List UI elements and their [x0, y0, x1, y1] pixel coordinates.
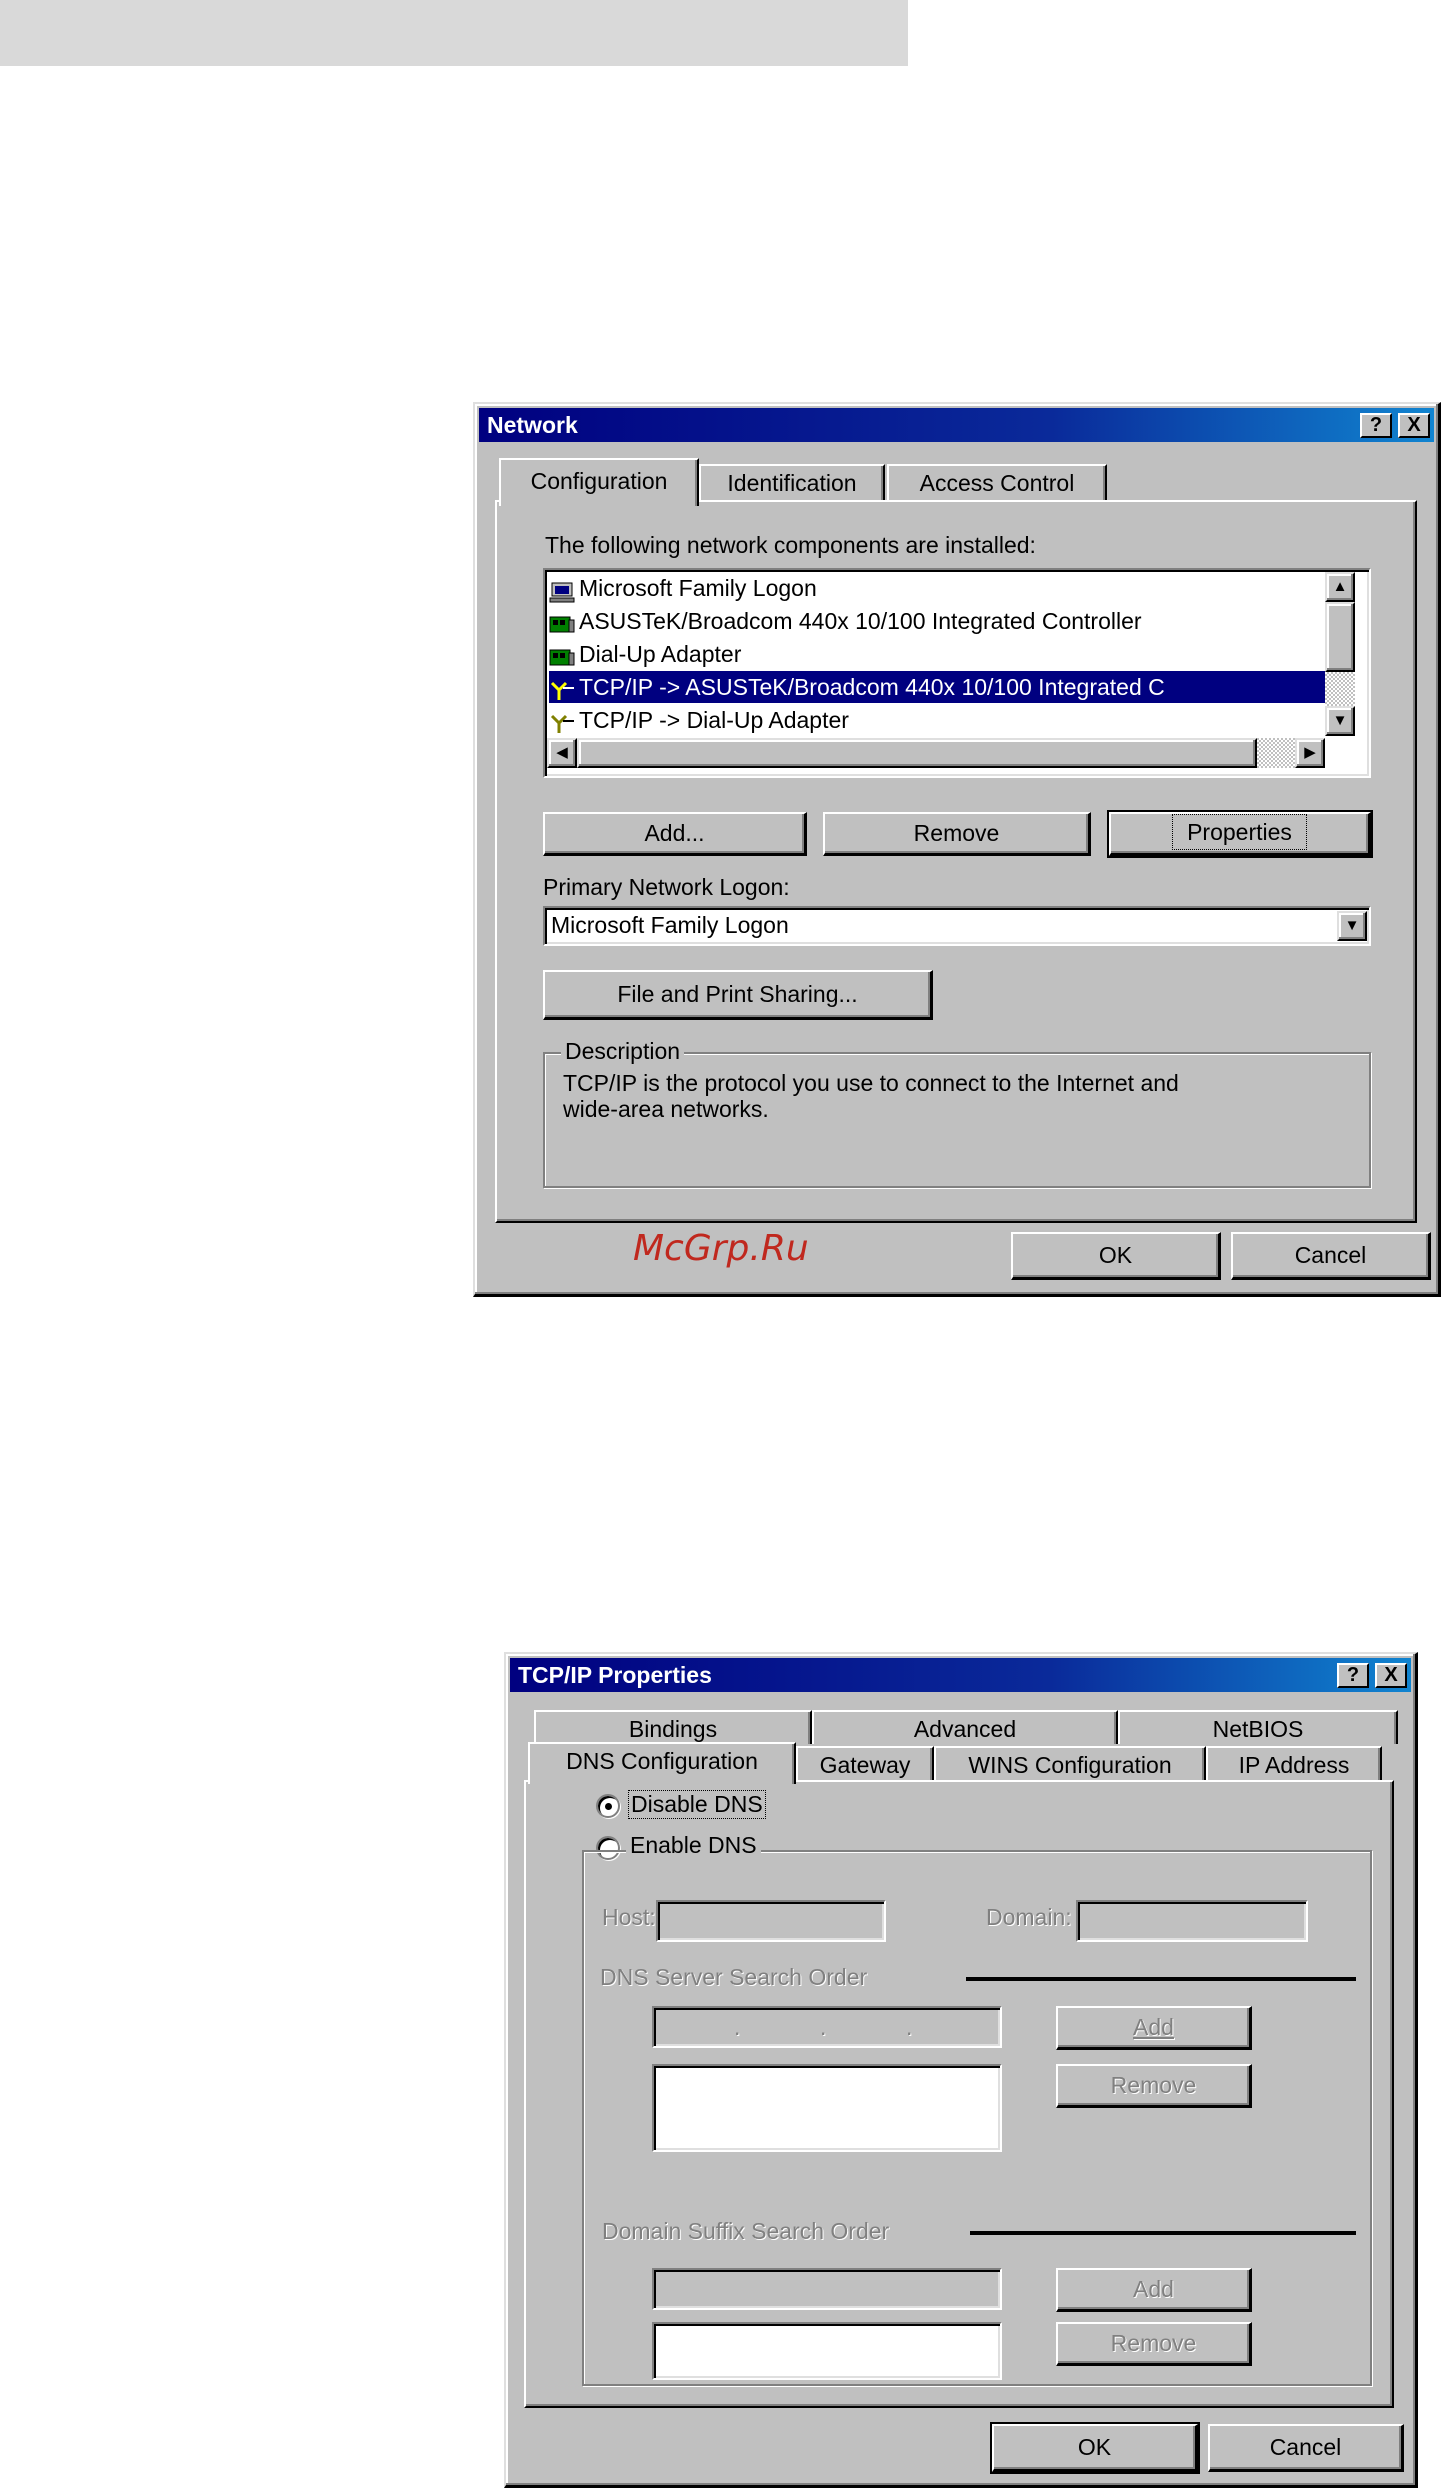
network-dialog: Network ? X Configuration Identification… [473, 402, 1441, 1297]
primary-logon-value: Microsoft Family Logon [551, 912, 789, 938]
tcpip-properties-dialog: TCP/IP Properties ? X Bindings Advanced … [504, 1652, 1418, 2488]
add-button[interactable]: Add... [543, 812, 807, 856]
domain-input[interactable] [1076, 1900, 1308, 1942]
scroll-thumb[interactable] [1325, 602, 1355, 672]
title-bar: TCP/IP Properties ? X [510, 1658, 1411, 1692]
cancel-button[interactable]: Cancel [1231, 1232, 1431, 1280]
tab-identification[interactable]: Identification [699, 464, 885, 500]
cancel-button[interactable]: Cancel [1208, 2424, 1404, 2472]
configuration-panel: The following network components are ins… [495, 500, 1417, 1223]
suffix-add-button[interactable]: Add [1056, 2268, 1252, 2312]
page-header-bar [0, 0, 908, 66]
dns-remove-button[interactable]: Remove [1056, 2064, 1252, 2108]
disable-dns-label[interactable]: Disable DNS [628, 1790, 766, 1819]
properties-button[interactable]: Properties [1107, 810, 1373, 858]
scroll-right-button[interactable]: ▶ [1295, 738, 1325, 768]
description-title: Description [561, 1038, 685, 1065]
title-bar: Network ? X [479, 408, 1434, 442]
horizontal-scroll-thumb[interactable] [577, 738, 1257, 768]
tab-advanced[interactable]: Advanced [812, 1710, 1118, 1744]
watermark-text: McGrp.Ru [633, 1228, 809, 1269]
close-button[interactable]: X [1398, 413, 1430, 438]
dns-configuration-panel: Disable DNS Enable DNS Host: Domain: DNS… [524, 1780, 1394, 2408]
help-button[interactable]: ? [1360, 413, 1392, 438]
dialog-title: Network [487, 412, 578, 438]
tab-dns-configuration[interactable]: DNS Configuration [528, 1742, 796, 1784]
primary-logon-label: Primary Network Logon: [543, 874, 790, 900]
tab-wins-configuration[interactable]: WINS Configuration [934, 1746, 1206, 1780]
dns-add-button[interactable]: Add [1056, 2006, 1252, 2050]
domain-suffix-list[interactable] [652, 2322, 1002, 2380]
scroll-left-button[interactable]: ◀ [547, 738, 577, 768]
list-item[interactable]: TCP/IP -> Dial-Up Adapter [549, 704, 1325, 736]
domain-suffix-input[interactable] [652, 2268, 1002, 2310]
network-card-icon [549, 645, 575, 667]
host-input[interactable] [656, 1900, 886, 1942]
tab-ip-address[interactable]: IP Address [1206, 1746, 1382, 1780]
close-button[interactable]: X [1375, 1663, 1407, 1688]
tab-bindings[interactable]: Bindings [534, 1710, 812, 1744]
domain-suffix-search-order-label: Domain Suffix Search Order [602, 2218, 890, 2244]
enable-dns-label[interactable]: Enable DNS [626, 1832, 761, 1859]
ok-button[interactable]: OK [1011, 1232, 1221, 1280]
host-label: Host: [602, 1904, 656, 1930]
list-item[interactable]: ASUSTeK/Broadcom 440x 10/100 Integrated … [549, 605, 1325, 637]
divider [970, 2231, 1356, 2235]
dns-server-search-order-label: DNS Server Search Order [600, 1964, 868, 1990]
domain-label: Domain: [986, 1904, 1072, 1930]
components-list[interactable]: Microsoft Family Logon ASUSTeK/Broadcom … [543, 568, 1371, 778]
dns-ip-input[interactable]: . . . [652, 2006, 1002, 2048]
scroll-down-button[interactable]: ▼ [1325, 706, 1355, 736]
computer-icon [549, 579, 575, 603]
list-item-selected[interactable]: TCP/IP -> ASUSTeK/Broadcom 440x 10/100 I… [549, 671, 1325, 703]
network-card-icon [549, 612, 575, 634]
help-button[interactable]: ? [1337, 1663, 1369, 1688]
list-item[interactable]: Dial-Up Adapter [549, 638, 1325, 670]
file-print-sharing-button[interactable]: File and Print Sharing... [543, 970, 933, 1020]
installed-components-label: The following network components are ins… [545, 532, 1036, 558]
description-text-line2: wide-area networks. [563, 1096, 769, 1122]
suffix-remove-button[interactable]: Remove [1056, 2322, 1252, 2366]
list-item[interactable]: Microsoft Family Logon [549, 572, 1325, 604]
tab-access-control[interactable]: Access Control [887, 464, 1107, 500]
tab-configuration[interactable]: Configuration [499, 458, 699, 506]
tab-gateway[interactable]: Gateway [796, 1746, 934, 1780]
protocol-icon [549, 711, 575, 733]
divider [966, 1977, 1356, 1981]
protocol-icon [549, 678, 575, 700]
ok-button[interactable]: OK [990, 2422, 1200, 2474]
description-text-line1: TCP/IP is the protocol you use to connec… [563, 1070, 1179, 1096]
remove-button[interactable]: Remove [823, 812, 1091, 856]
primary-logon-select[interactable]: Microsoft Family Logon ▼ [543, 906, 1371, 946]
scroll-up-button[interactable]: ▲ [1325, 572, 1355, 602]
disable-dns-radio[interactable] [596, 1794, 620, 1818]
dialog-title: TCP/IP Properties [518, 1662, 712, 1688]
tab-netbios[interactable]: NetBIOS [1118, 1710, 1398, 1744]
dns-server-list[interactable] [652, 2064, 1002, 2152]
chevron-down-icon[interactable]: ▼ [1337, 911, 1367, 941]
